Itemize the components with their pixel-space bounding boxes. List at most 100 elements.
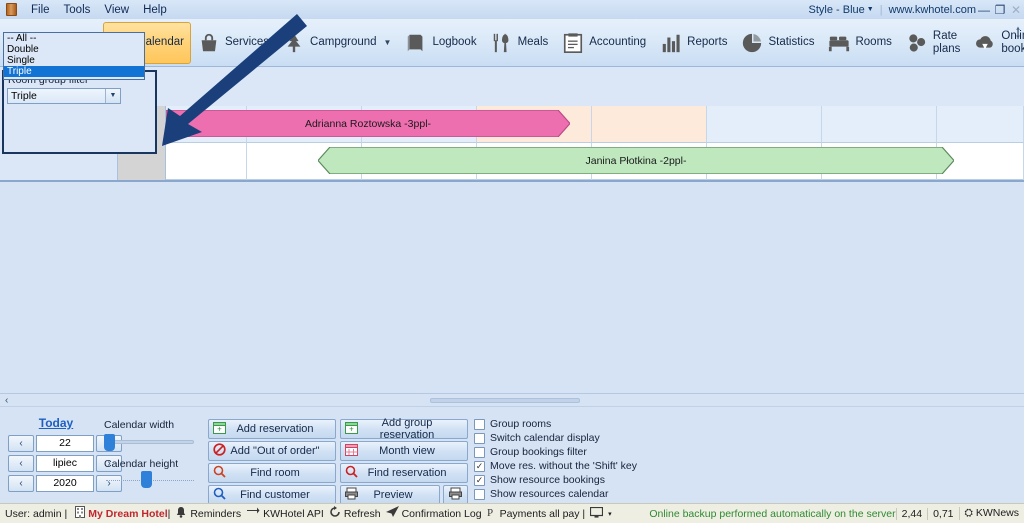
toolbar-item-statistics[interactable]: Statistics — [734, 22, 821, 64]
status-payments[interactable]: Payments all pay | — [500, 508, 586, 520]
search-icon — [341, 465, 361, 481]
room-group-filter-options[interactable]: -- All -- Double Single Triple — [3, 32, 145, 80]
toolbar-item-accounting[interactable]: Accounting — [555, 22, 653, 64]
add-reservation-label: Add reservation — [236, 423, 314, 435]
month-prev-button[interactable]: ‹ — [8, 455, 34, 472]
calendar-add-icon: + — [341, 421, 361, 437]
calendar-cell[interactable] — [822, 106, 937, 143]
toolbar-item-campground[interactable]: Campground ▼ — [276, 22, 398, 64]
menu-help[interactable]: Help — [136, 4, 174, 16]
calendar-cell[interactable] — [592, 106, 707, 143]
status-refresh[interactable]: Refresh — [344, 508, 381, 520]
status-number-1: 2,44 — [895, 507, 927, 520]
add-group-reservation-label: Add group reservation — [379, 417, 435, 441]
checkbox-show-resource-bookings[interactable]: ✓ Show resource bookings — [474, 474, 605, 486]
ribbon-scroll-arrows[interactable]: ▴ ▾ — [1014, 24, 1022, 42]
reservation-bar[interactable]: Janina Płotkina -2ppl- — [318, 147, 954, 174]
add-reservation-button[interactable]: + Add reservation — [208, 419, 336, 439]
refresh-icon[interactable] — [329, 506, 341, 521]
checkbox-box[interactable] — [474, 446, 485, 458]
bell-icon[interactable] — [175, 506, 187, 521]
search-icon — [209, 487, 229, 503]
checkbox-label: Switch calendar display — [490, 432, 600, 444]
calendar-cell[interactable] — [707, 106, 822, 143]
checkbox-box[interactable] — [474, 488, 485, 500]
month-value[interactable]: lipiec — [36, 455, 94, 472]
panel-splitter[interactable]: ‹ — [0, 393, 1024, 406]
toolbar-item-label: Statistics — [768, 36, 815, 49]
day-prev-button[interactable]: ‹ — [8, 435, 34, 452]
toolbar-item-meals[interactable]: Meals — [484, 22, 556, 64]
payments-icon[interactable]: P — [487, 506, 497, 521]
checkbox-box[interactable]: ✓ — [474, 460, 485, 472]
day-value[interactable]: 22 — [36, 435, 94, 452]
print-button[interactable] — [443, 485, 468, 505]
checkbox-group-rooms[interactable]: Group rooms — [474, 418, 551, 430]
menu-file[interactable]: File — [24, 4, 57, 16]
calendar-cell[interactable] — [937, 106, 1024, 143]
status-number-2: 0,71 — [927, 507, 958, 520]
add-out-of-order-button[interactable]: Add "Out of order" — [208, 441, 336, 461]
room-group-option[interactable]: Single — [4, 55, 144, 66]
checkbox-group-bookings-filter[interactable]: Group bookings filter — [474, 446, 587, 458]
checkbox-box[interactable] — [474, 418, 485, 430]
year-stepper[interactable]: ‹ 2020 › — [8, 475, 122, 492]
status-api[interactable]: KWHotel API — [263, 508, 324, 520]
checkbox-box[interactable] — [474, 432, 485, 444]
send-icon[interactable] — [385, 506, 399, 521]
kwnews-link[interactable]: ⛭ KWNews — [958, 507, 1024, 520]
minimize-button[interactable]: — — [976, 3, 992, 17]
room-group-filter-combo[interactable]: Triple ▼ — [7, 88, 121, 104]
calendar-cell[interactable] — [166, 143, 247, 180]
preview-button[interactable]: Preview — [340, 485, 440, 505]
month-view-button[interactable]: Month view — [340, 441, 468, 461]
menu-view[interactable]: View — [97, 4, 136, 16]
year-value[interactable]: 2020 — [36, 475, 94, 492]
chevron-down-icon[interactable]: ▾ — [608, 510, 612, 518]
year-prev-button[interactable]: ‹ — [8, 475, 34, 492]
calendar-width-slider-track[interactable] — [106, 440, 194, 444]
room-group-option[interactable]: Double — [4, 44, 144, 55]
checkbox-show-resources-calendar[interactable]: Show resources calendar — [474, 488, 608, 500]
reservation-bar[interactable]: Adrianna Roztowska -3ppl- — [166, 110, 570, 137]
chevron-down-icon[interactable]: ▼ — [867, 6, 874, 13]
toolbar-item-services[interactable]: Services — [191, 22, 276, 64]
find-customer-button[interactable]: Find customer — [208, 485, 336, 505]
monitor-icon[interactable] — [590, 506, 604, 521]
chevron-down-icon[interactable]: ▼ — [384, 38, 392, 47]
splitter-grip[interactable] — [430, 398, 580, 403]
cloud-download-icon — [974, 32, 996, 54]
style-selector[interactable]: Style - Blue — [809, 4, 865, 16]
calendar-width-slider-thumb[interactable] — [104, 434, 115, 451]
toolbar-item-label: Campground — [310, 36, 377, 49]
find-reservation-button[interactable]: Find reservation — [340, 463, 468, 483]
website-link[interactable]: www.kwhotel.com — [889, 4, 976, 16]
title-bar: File Tools View Help Style - Blue ▼ | ww… — [0, 0, 1024, 19]
chevron-down-icon[interactable]: ▼ — [105, 89, 120, 103]
calendar-height-slider-thumb[interactable] — [141, 471, 152, 488]
checkbox-switch-calendar-display[interactable]: Switch calendar display — [474, 432, 600, 444]
find-room-button[interactable]: Find room — [208, 463, 336, 483]
room-group-option[interactable]: -- All -- — [4, 33, 144, 44]
status-reminders[interactable]: Reminders — [190, 508, 241, 520]
status-hotel-name[interactable]: My Dream Hotel — [88, 508, 167, 520]
status-confirmation-log[interactable]: Confirmation Log — [402, 508, 482, 520]
room-group-option[interactable]: Triple — [4, 66, 144, 77]
toolbar-item-reports[interactable]: Reports — [653, 22, 734, 64]
checkbox-box[interactable]: ✓ — [474, 474, 485, 486]
menu-tools[interactable]: Tools — [57, 4, 98, 16]
close-button[interactable]: ✕ — [1008, 3, 1024, 17]
api-sync-icon[interactable] — [246, 506, 260, 521]
toolbar-item-rate-plans[interactable]: Rate plans — [899, 22, 967, 64]
restore-button[interactable]: ❐ — [992, 3, 1008, 17]
book-icon — [405, 32, 427, 54]
printer-icon — [446, 487, 466, 503]
collapse-icon[interactable]: ‹ — [5, 395, 8, 406]
add-out-of-order-label: Add "Out of order" — [230, 445, 320, 457]
checkbox-move-res-without-the-shift-key[interactable]: ✓ Move res. without the 'Shift' key — [474, 460, 637, 472]
today-button[interactable]: Today — [26, 416, 86, 430]
hotel-icon — [75, 506, 86, 521]
toolbar-item-rooms[interactable]: Rooms — [821, 22, 898, 64]
add-group-reservation-button[interactable]: + Add group reservation — [340, 417, 468, 441]
toolbar-item-logbook[interactable]: Logbook — [398, 22, 483, 64]
